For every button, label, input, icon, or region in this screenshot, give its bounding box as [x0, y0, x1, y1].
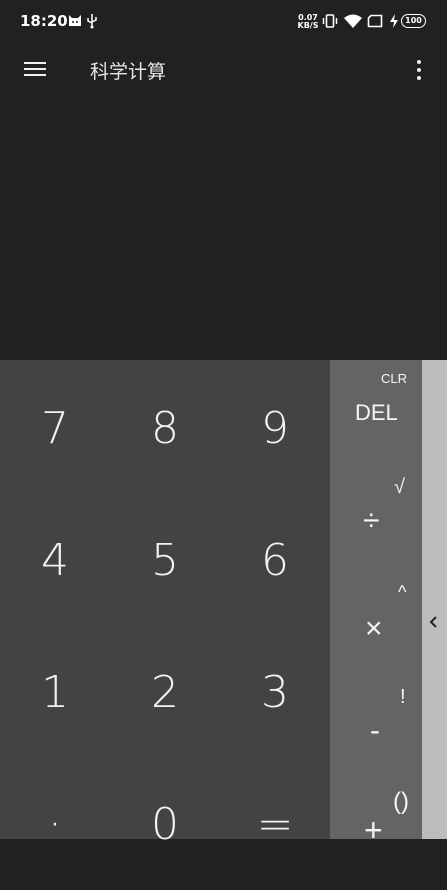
usb-icon [87, 14, 97, 29]
calculator-display [0, 96, 447, 360]
battery-icon: 100 [401, 14, 426, 28]
wifi-icon [344, 14, 362, 28]
page-title: 科学计算 [90, 61, 167, 83]
key-0[interactable]: 0 [110, 758, 220, 890]
charging-bolt-icon [390, 14, 398, 28]
multiply-button[interactable]: × [365, 612, 383, 646]
delete-button[interactable]: DEL [355, 400, 398, 426]
key-3[interactable]: 3 [220, 626, 330, 758]
advanced-panel-handle[interactable] [422, 360, 447, 839]
minus-button[interactable]: - [370, 714, 380, 748]
clear-button[interactable]: CLR [381, 371, 407, 386]
status-time: 18:20 [20, 12, 68, 30]
number-pad: 7 8 9 4 5 6 1 2 3 · 0 = [0, 360, 330, 850]
divide-button[interactable]: ÷ [363, 504, 379, 538]
key-1[interactable]: 1 [0, 626, 110, 758]
net-speed: 0.07 KB/S [296, 14, 320, 30]
chevron-left-icon [429, 616, 437, 628]
key-2[interactable]: 2 [110, 626, 220, 758]
operator-pad: CLR DEL √ ÷ ^ × ! - () + [330, 360, 422, 848]
app-bar: 科学计算 [0, 44, 447, 96]
sim-icon [367, 14, 383, 28]
power-button[interactable]: ^ [398, 582, 406, 603]
plus-button[interactable]: + [364, 812, 383, 849]
key-equals[interactable]: = [220, 758, 330, 890]
key-decimal[interactable]: · [0, 758, 110, 890]
status-bar: 18:20 0.07 KB/S 100 [0, 0, 447, 44]
key-5[interactable]: 5 [110, 494, 220, 626]
sqrt-button[interactable]: √ [394, 476, 405, 499]
key-4[interactable]: 4 [0, 494, 110, 626]
cat-icon [69, 15, 81, 26]
key-9[interactable]: 9 [220, 362, 330, 494]
parentheses-button[interactable]: () [393, 788, 409, 816]
more-vertical-icon[interactable] [410, 58, 428, 82]
key-7[interactable]: 7 [0, 362, 110, 494]
vibrate-icon [322, 14, 338, 28]
key-6[interactable]: 6 [220, 494, 330, 626]
net-speed-unit: KB/S [297, 21, 319, 30]
hamburger-menu-icon[interactable] [24, 60, 46, 78]
key-8[interactable]: 8 [110, 362, 220, 494]
factorial-button[interactable]: ! [400, 686, 406, 709]
battery-level: 100 [405, 16, 422, 25]
